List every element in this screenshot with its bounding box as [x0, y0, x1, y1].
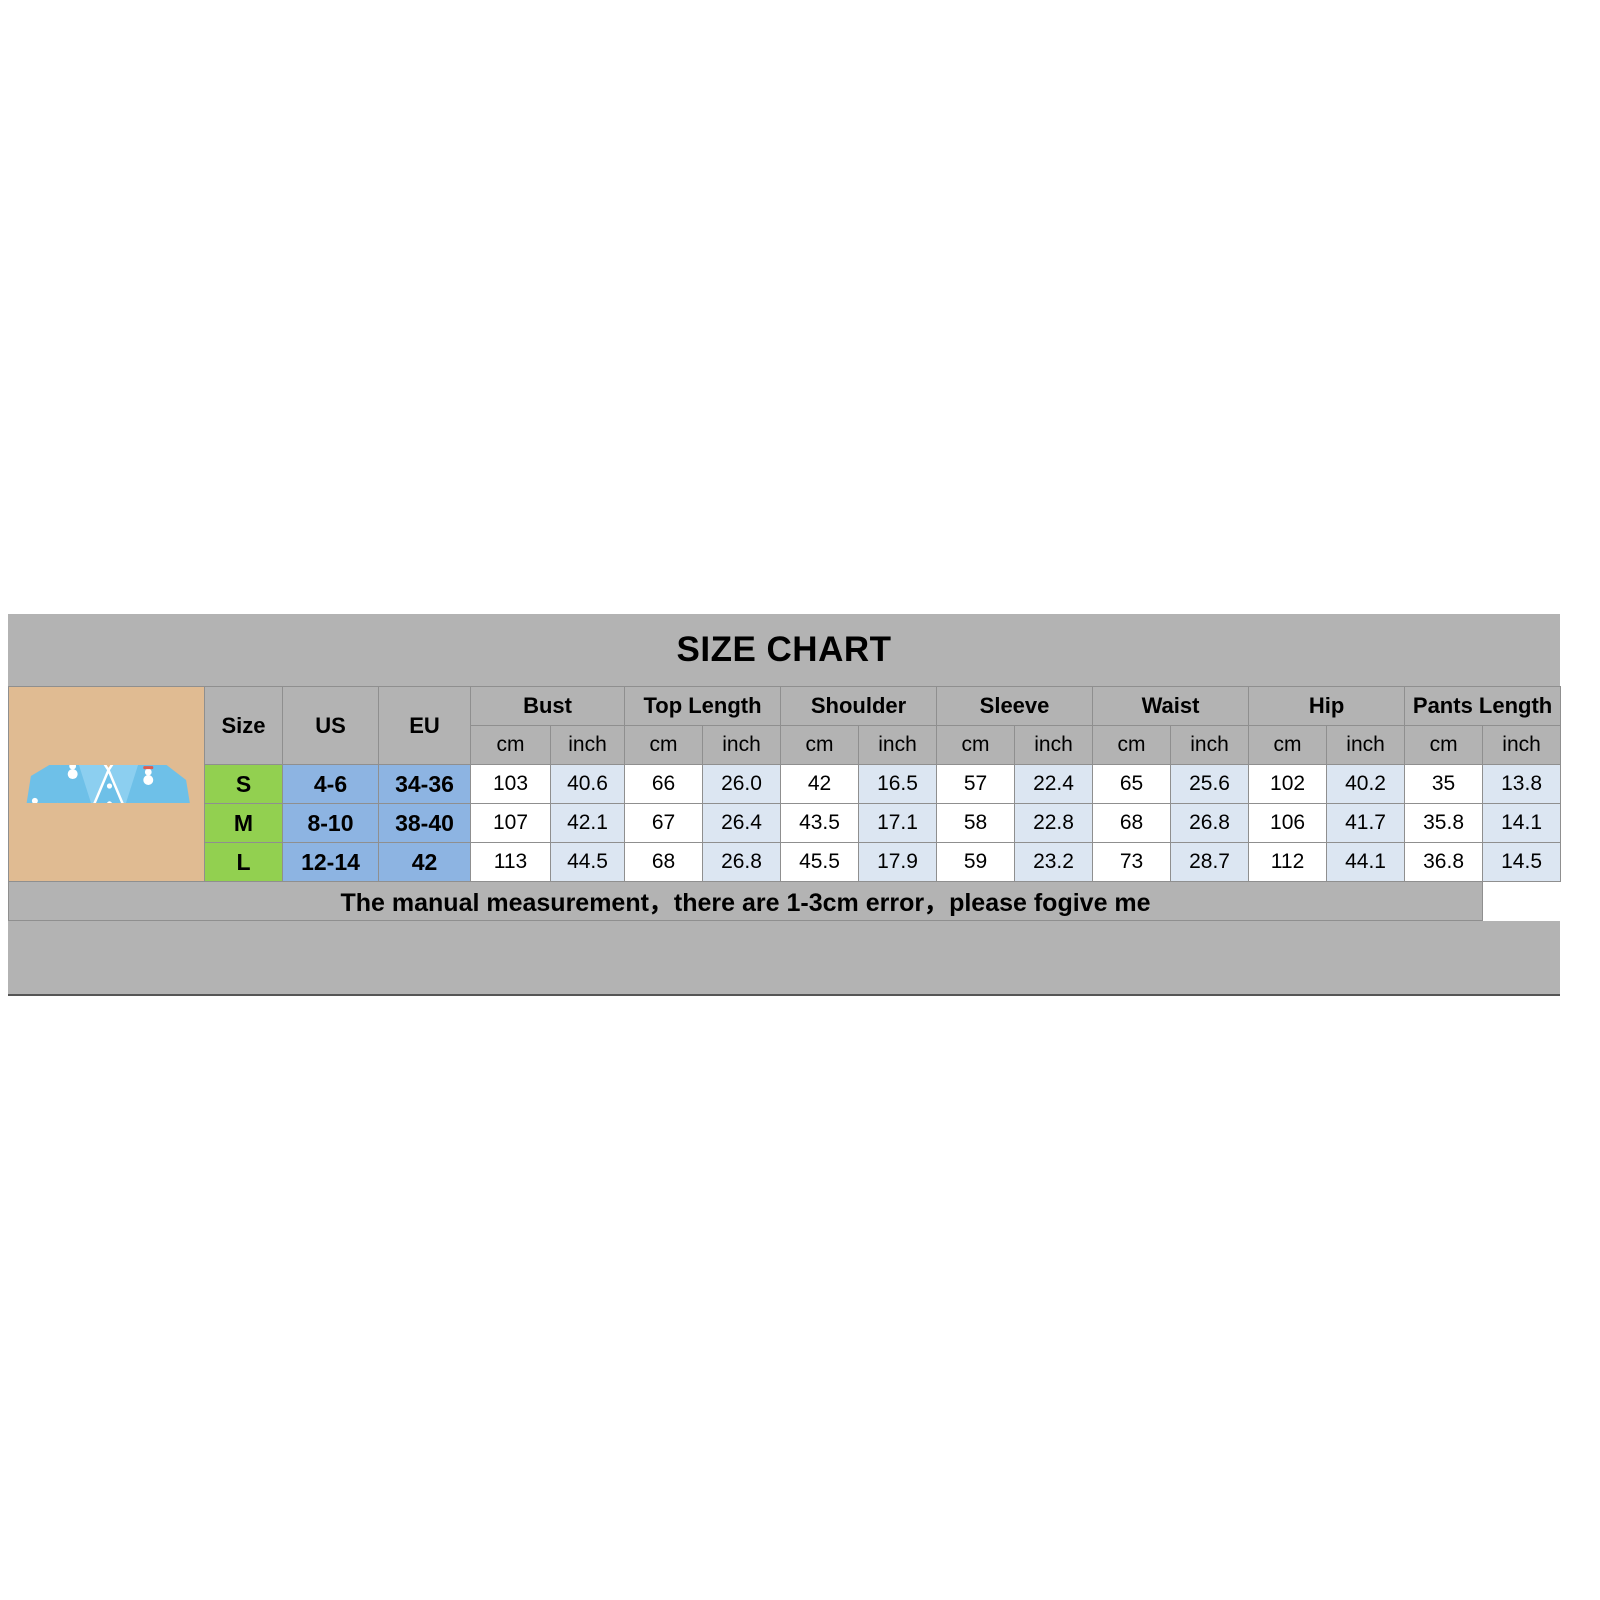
- cell-bust-cm: 107: [470, 803, 551, 843]
- cell-size: L: [204, 842, 283, 882]
- unit-top-inch: inch: [702, 725, 782, 765]
- cell-top-cm: 67: [624, 803, 704, 843]
- cell-sleeve-cm: 58: [936, 803, 1016, 843]
- cell-top-cm: 68: [624, 842, 704, 882]
- col-group-top-length: Top Length: [624, 686, 782, 726]
- cell-bust-inch: 44.5: [549, 842, 626, 882]
- cell-eu: 34-36: [378, 764, 471, 804]
- cell-waist-inch: 26.8: [1170, 803, 1250, 843]
- measurement-note: The manual measurement，there are 1-3cm e…: [7, 881, 1484, 921]
- cell-size: M: [204, 803, 283, 843]
- cell-shoulder-cm: 42: [780, 764, 860, 804]
- table-row: M 8-10 38-40 107 42.1 67 26.4 43.5 17.1 …: [9, 803, 1562, 843]
- product-photo: [8, 686, 205, 882]
- col-group-bust: Bust: [469, 686, 626, 726]
- unit-pants-cm: cm: [1404, 725, 1484, 765]
- cell-hip-inch: 40.2: [1326, 764, 1406, 804]
- cell-sleeve-cm: 59: [936, 842, 1016, 882]
- cell-size: S: [204, 764, 283, 804]
- unit-top-cm: cm: [624, 725, 704, 765]
- unit-shoulder-cm: cm: [780, 725, 860, 765]
- cell-bust-inch: 42.1: [549, 803, 626, 843]
- cell-shoulder-inch: 17.1: [858, 803, 938, 843]
- cell-hip-cm: 112: [1248, 842, 1328, 882]
- cell-pants-inch: 14.5: [1482, 842, 1562, 882]
- chart-title-bar: SIZE CHART: [8, 614, 1560, 686]
- cell-sleeve-inch: 22.8: [1014, 803, 1094, 843]
- unit-bust-inch: inch: [549, 725, 626, 765]
- cell-pants-cm: 35: [1404, 764, 1484, 804]
- cell-eu: 38-40: [378, 803, 471, 843]
- unit-pants-inch: inch: [1482, 725, 1562, 765]
- col-header-eu: EU: [378, 686, 471, 765]
- col-group-pants-length: Pants Length: [1404, 686, 1562, 726]
- col-group-shoulder: Shoulder: [780, 686, 938, 726]
- cell-shoulder-cm: 43.5: [780, 803, 860, 843]
- table-row: S 4-6 34-36 103 40.6 66 26.0 42 16.5 57 …: [9, 764, 1562, 804]
- unit-waist-inch: inch: [1170, 725, 1250, 765]
- table-header-row-groups: Size US EU Bust Top Length Shoulder Slee…: [8, 686, 1562, 882]
- cell-hip-cm: 102: [1248, 764, 1328, 804]
- cell-sleeve-inch: 23.2: [1014, 842, 1094, 882]
- cell-pants-inch: 13.8: [1482, 764, 1562, 804]
- cell-sleeve-inch: 22.4: [1014, 764, 1094, 804]
- cell-waist-cm: 68: [1092, 803, 1172, 843]
- cell-top-inch: 26.8: [702, 842, 782, 882]
- unit-hip-cm: cm: [1248, 725, 1328, 765]
- col-header-size: Size: [204, 686, 283, 765]
- unit-bust-cm: cm: [470, 725, 551, 765]
- cell-waist-inch: 25.6: [1170, 764, 1250, 804]
- unit-sleeve-inch: inch: [1014, 725, 1094, 765]
- cell-waist-cm: 73: [1092, 842, 1172, 882]
- cell-top-inch: 26.4: [702, 803, 782, 843]
- col-group-waist: Waist: [1092, 686, 1250, 726]
- measurement-note-row: The manual measurement，there are 1-3cm e…: [7, 881, 1561, 921]
- cell-us: 4-6: [282, 764, 379, 804]
- page-title: SIZE CHART: [676, 630, 892, 669]
- cell-waist-cm: 65: [1092, 764, 1172, 804]
- cell-eu: 42: [378, 842, 471, 882]
- cell-top-cm: 66: [624, 764, 704, 804]
- unit-waist-cm: cm: [1092, 725, 1172, 765]
- cell-waist-inch: 28.7: [1170, 842, 1250, 882]
- cell-top-inch: 26.0: [702, 764, 782, 804]
- cell-shoulder-inch: 16.5: [858, 764, 938, 804]
- cell-bust-cm: 113: [470, 842, 551, 882]
- cell-hip-inch: 44.1: [1326, 842, 1406, 882]
- model-photo-illustration: [9, 765, 204, 803]
- col-group-sleeve: Sleeve: [936, 686, 1094, 726]
- cell-us: 8-10: [282, 803, 379, 843]
- cell-pants-inch: 14.1: [1482, 803, 1562, 843]
- cell-shoulder-inch: 17.9: [858, 842, 938, 882]
- unit-hip-inch: inch: [1326, 725, 1406, 765]
- size-chart-container: SIZE CHART Size US EU Bust Top Length Sh…: [7, 614, 1562, 996]
- cell-sleeve-cm: 57: [936, 764, 1016, 804]
- unit-shoulder-inch: inch: [858, 725, 938, 765]
- unit-sleeve-cm: cm: [936, 725, 1016, 765]
- cell-hip-cm: 106: [1248, 803, 1328, 843]
- col-group-hip: Hip: [1248, 686, 1406, 726]
- cell-bust-inch: 40.6: [549, 764, 626, 804]
- cell-hip-inch: 41.7: [1326, 803, 1406, 843]
- cell-pants-cm: 36.8: [1404, 842, 1484, 882]
- table-row: L 12-14 42 113 44.5 68 26.8 45.5 17.9 59…: [9, 842, 1562, 882]
- size-chart-table: Size US EU Bust Top Length Shoulder Slee…: [7, 686, 1562, 921]
- col-header-us: US: [282, 686, 379, 765]
- cell-bust-cm: 103: [470, 764, 551, 804]
- cell-shoulder-cm: 45.5: [780, 842, 860, 882]
- cell-us: 12-14: [282, 842, 379, 882]
- cell-pants-cm: 35.8: [1404, 803, 1484, 843]
